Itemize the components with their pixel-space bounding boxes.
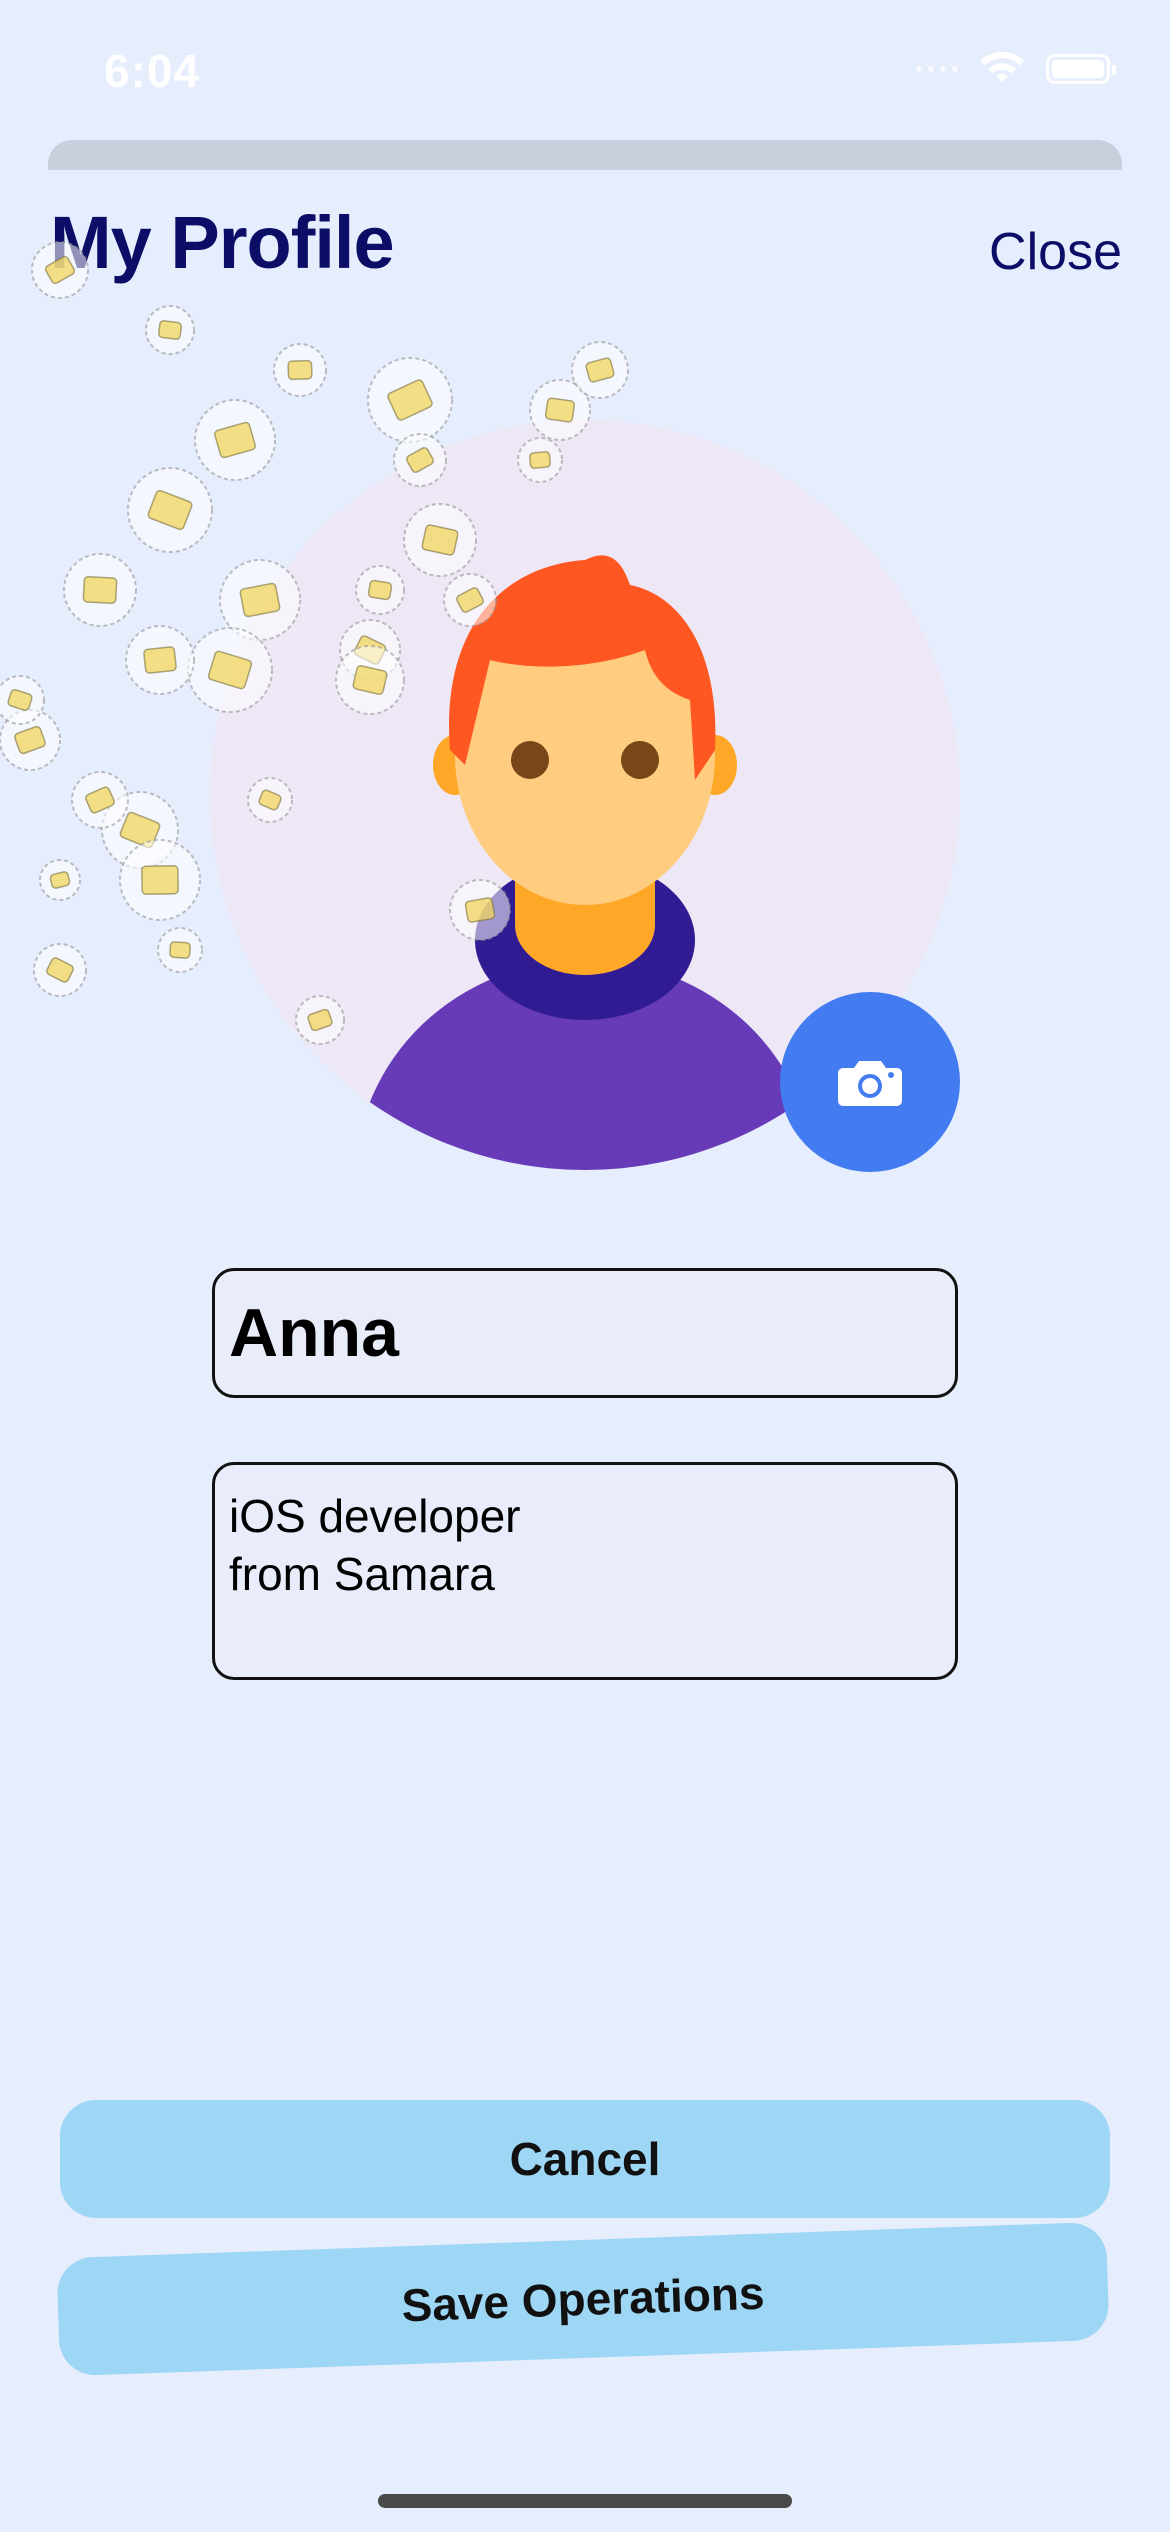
particle-3: [127, 467, 213, 553]
save-operations-button[interactable]: Save Operations: [56, 2221, 1110, 2377]
bio-line: iOS developer: [229, 1490, 521, 1542]
wifi-icon: [978, 52, 1026, 86]
cancel-button-label: Cancel: [509, 2133, 661, 2185]
particle-18: [71, 771, 129, 829]
sheet-top-edge: [48, 140, 1122, 170]
close-button[interactable]: Close: [989, 222, 1122, 282]
particle-22: [157, 927, 203, 973]
home-indicator: [378, 2494, 792, 2508]
name-field[interactable]: Anna: [212, 1268, 958, 1398]
particle-21: [33, 943, 87, 997]
particle-4: [273, 343, 327, 397]
particle-1: [145, 305, 195, 355]
status-bar: 6:04: [0, 0, 1170, 140]
camera-icon: [838, 1061, 902, 1106]
particle-15: [571, 341, 629, 399]
particle-9: [63, 553, 137, 627]
camera-button[interactable]: [780, 992, 960, 1172]
status-icons: [916, 52, 1116, 86]
battery-icon: [1046, 54, 1116, 84]
status-time: 6:04: [104, 45, 201, 97]
bio-field[interactable]: iOS developer from Samara: [212, 1462, 958, 1680]
particle-16: [101, 791, 179, 869]
particle-28: [39, 859, 81, 901]
particle-24: [0, 675, 45, 725]
cancel-button[interactable]: Cancel: [60, 2100, 1110, 2218]
page-title: My Profile: [50, 201, 395, 284]
particle-12: [125, 625, 195, 695]
name-value: Anna: [229, 1295, 399, 1371]
bio-line: from Samara: [229, 1548, 495, 1600]
save-button-label: Save Operations: [400, 2266, 766, 2332]
particle-17: [119, 839, 201, 921]
particle-10: [0, 709, 61, 771]
cellular-signal-icon: [916, 66, 958, 72]
profile-screen: 6:04 My Profile Close Anna iOS developer…: [0, 0, 1170, 2532]
